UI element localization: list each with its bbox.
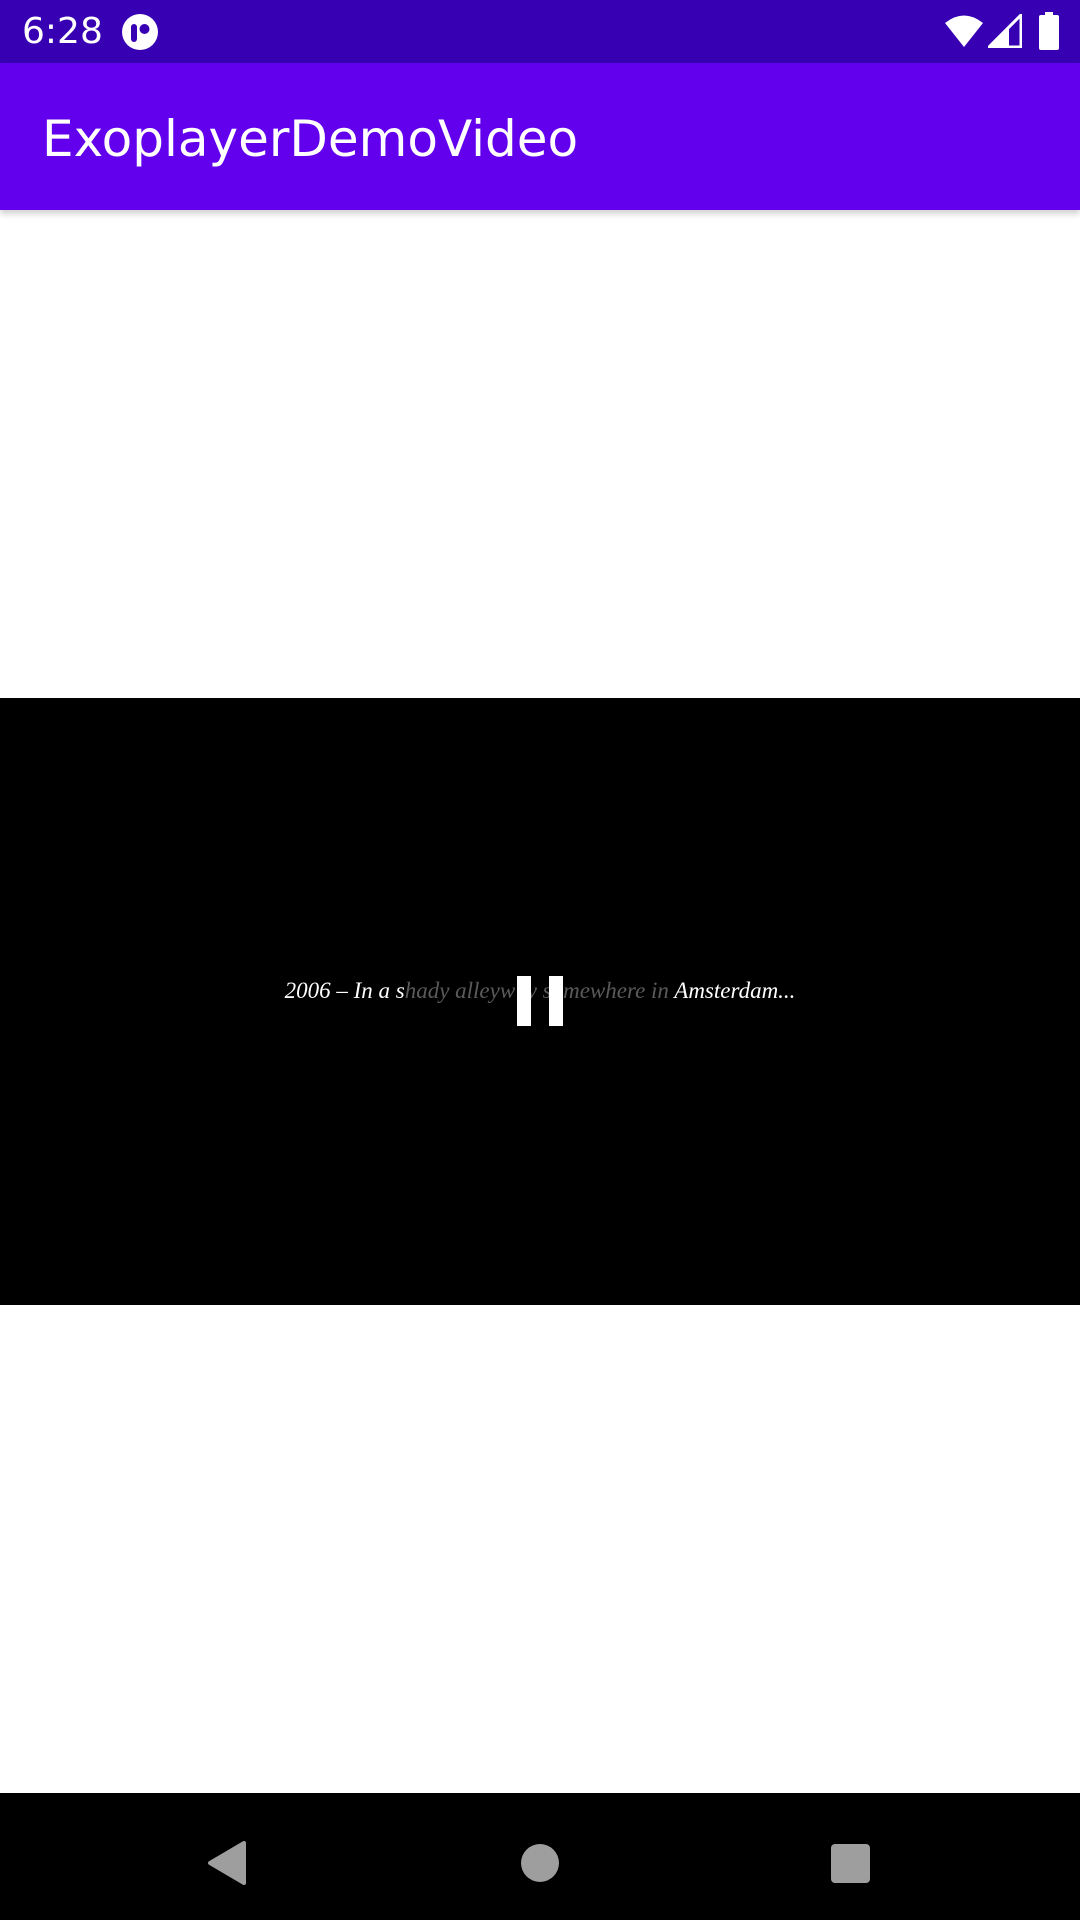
app-title: ExoplayerDemoVideo <box>42 110 579 168</box>
back-icon <box>208 1841 246 1885</box>
home-icon <box>521 1844 559 1882</box>
app-bar: ExoplayerDemoVideo <box>0 63 1080 210</box>
status-time: 6:28 <box>22 11 103 52</box>
navigation-bar <box>0 1793 1080 1920</box>
recents-icon <box>831 1844 870 1883</box>
cell-signal-icon <box>988 14 1022 48</box>
app-notification-icon <box>122 14 158 50</box>
subtitle-segment: hady alleyw <box>404 978 516 1003</box>
home-button[interactable] <box>500 1821 580 1901</box>
recents-button[interactable] <box>810 1821 890 1901</box>
subtitle-segment: mewhere in <box>563 978 675 1003</box>
pause-button[interactable] <box>517 976 563 1026</box>
status-bar: 6:28 <box>0 0 1080 63</box>
back-button[interactable] <box>186 1821 266 1901</box>
wifi-icon <box>945 15 983 47</box>
subtitle-segment: 2006 – In a s <box>284 978 405 1003</box>
battery-icon <box>1039 12 1059 50</box>
video-player[interactable]: 2006 – In a shady alleyway somewhere in … <box>0 698 1080 1305</box>
subtitle-segment: Amsterdam... <box>674 978 796 1003</box>
